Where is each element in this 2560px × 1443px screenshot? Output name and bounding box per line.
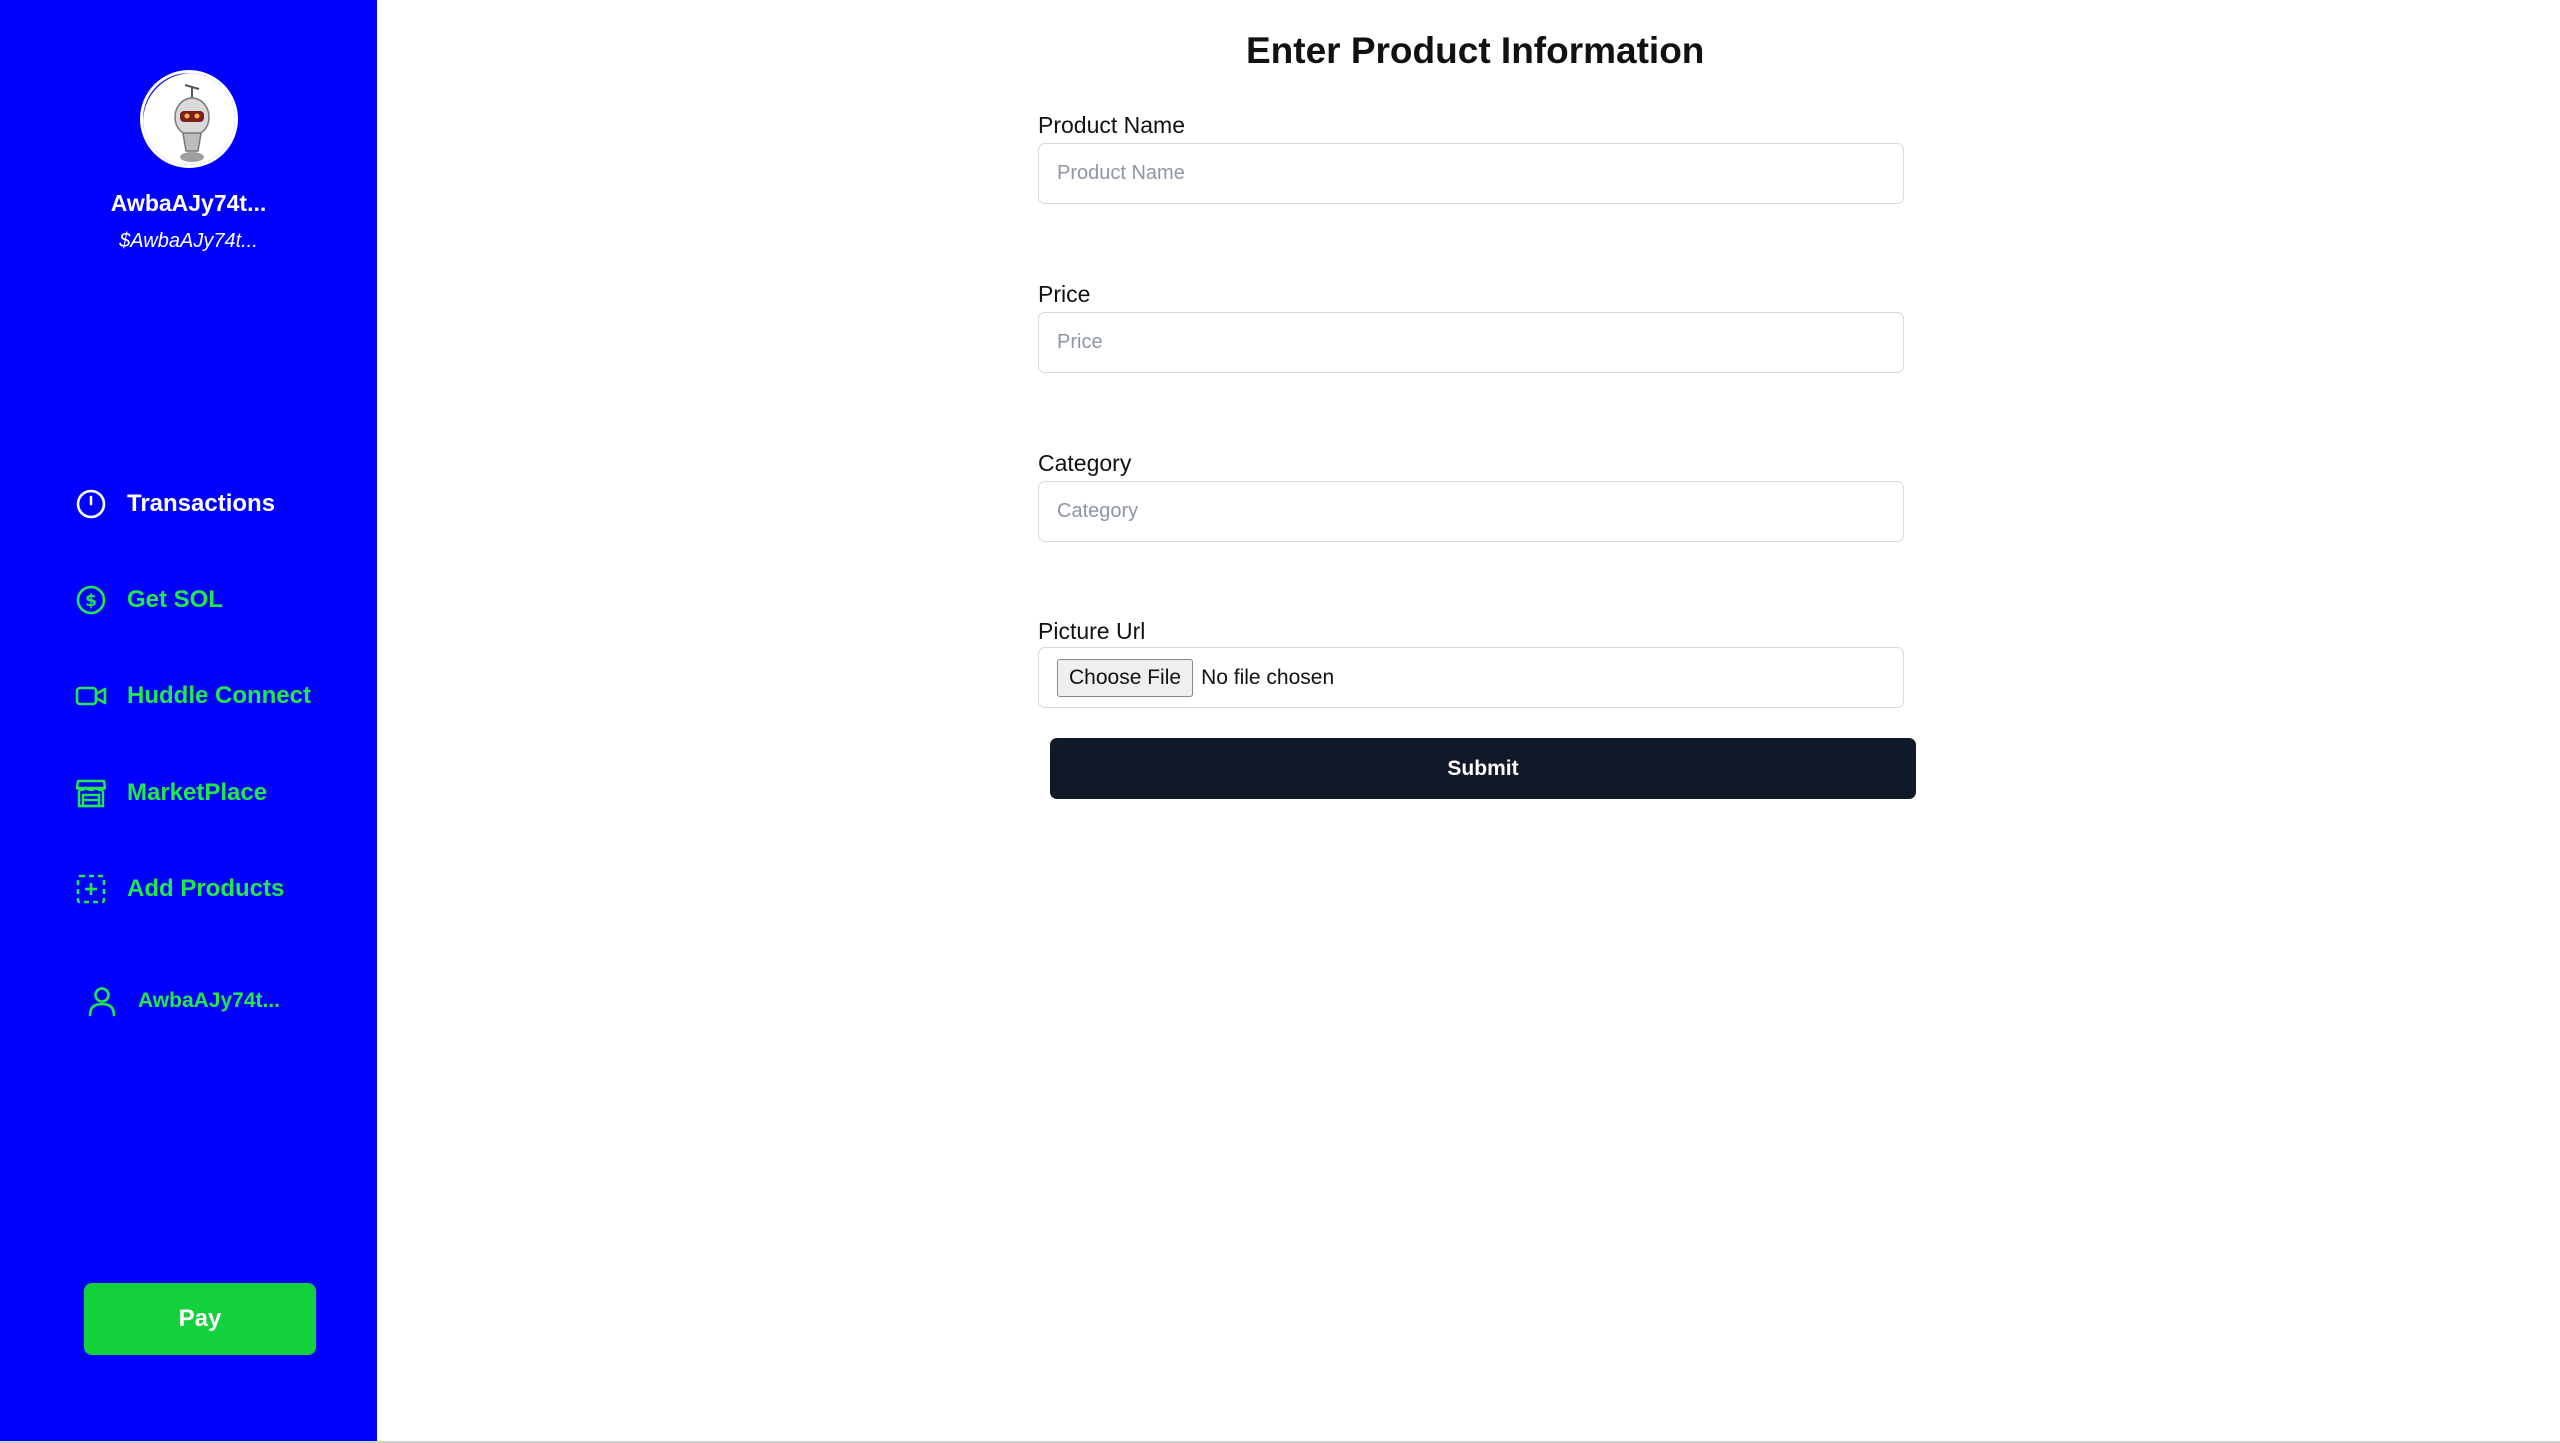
category-input[interactable] bbox=[1038, 481, 1904, 542]
submit-button[interactable]: Submit bbox=[1050, 738, 1916, 799]
svg-text:$: $ bbox=[85, 591, 97, 611]
profile-label: AwbaAJy74t... bbox=[138, 989, 281, 1012]
video-camera-icon bbox=[73, 678, 109, 714]
add-square-icon bbox=[73, 871, 109, 907]
sidebar: AwbaAJy74t... $AwbaAJy74t... Transaction… bbox=[0, 0, 377, 1443]
product-name-label: Product Name bbox=[1038, 112, 1186, 138]
clock-icon bbox=[73, 486, 109, 522]
product-name-input[interactable] bbox=[1038, 143, 1904, 204]
picture-url-label: Picture Url bbox=[1038, 618, 1146, 644]
price-label: Price bbox=[1038, 281, 1091, 307]
avatar[interactable] bbox=[140, 70, 238, 168]
dollar-circle-icon: $ bbox=[73, 582, 109, 618]
sidebar-item-label: Huddle Connect bbox=[127, 682, 311, 709]
page-title: Enter Product Information bbox=[1246, 30, 1705, 71]
price-input[interactable] bbox=[1038, 312, 1904, 373]
storefront-icon bbox=[73, 775, 109, 811]
sidebar-item-profile[interactable]: AwbaAJy74t... bbox=[84, 981, 280, 1021]
category-label: Category bbox=[1038, 450, 1132, 476]
sidebar-item-label: Get SOL bbox=[127, 586, 224, 613]
robot-avatar-icon bbox=[143, 73, 235, 165]
picture-file-input[interactable]: Choose File No file chosen bbox=[1038, 647, 1904, 708]
user-name: AwbaAJy74t... bbox=[110, 190, 267, 216]
sidebar-item-label: Add Products bbox=[127, 875, 285, 902]
user-handle: $AwbaAJy74t... bbox=[119, 230, 258, 252]
user-icon bbox=[84, 983, 120, 1019]
sidebar-item-get-sol[interactable]: $ Get SOL bbox=[73, 580, 223, 620]
sidebar-item-marketplace[interactable]: MarketPlace bbox=[73, 773, 267, 813]
file-status: No file chosen bbox=[1201, 665, 1335, 689]
sidebar-item-add-products[interactable]: Add Products bbox=[73, 869, 284, 909]
sidebar-item-label: Transactions bbox=[127, 490, 276, 517]
sidebar-item-transactions[interactable]: Transactions bbox=[73, 484, 275, 524]
sidebar-item-label: MarketPlace bbox=[127, 779, 268, 806]
main-content: Enter Product Information Product Name P… bbox=[377, 0, 2560, 1443]
choose-file-button[interactable]: Choose File bbox=[1057, 658, 1194, 697]
pay-button[interactable]: Pay bbox=[84, 1283, 316, 1355]
sidebar-item-huddle-connect[interactable]: Huddle Connect bbox=[73, 676, 311, 716]
